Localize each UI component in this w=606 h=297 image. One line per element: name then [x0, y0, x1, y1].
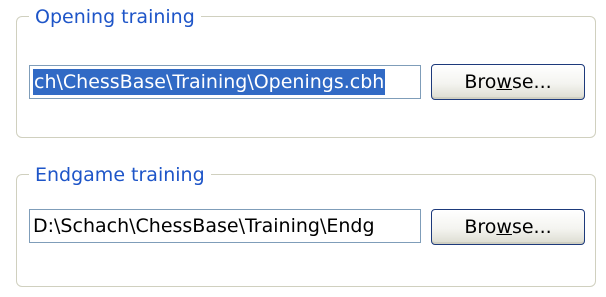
endgame-training-browse-button[interactable]: Browse... — [431, 209, 585, 245]
browse-label-accelerator: w — [496, 216, 512, 238]
endgame-training-legend: Endgame training — [29, 164, 211, 186]
opening-training-legend: Opening training — [29, 6, 201, 28]
browse-label-end: se... — [511, 71, 552, 93]
endgame-training-path-text: D:\Schach\ChessBase\Training\Endg — [33, 215, 375, 237]
endgame-training-path-field[interactable]: D:\Schach\ChessBase\Training\Endg — [29, 209, 421, 243]
opening-training-group: Opening training ch\ChessBase\Training\O… — [16, 6, 596, 138]
browse-label-start: Bro — [464, 71, 497, 93]
browse-label-start: Bro — [464, 216, 497, 238]
opening-training-path-field[interactable]: ch\ChessBase\Training\Openings.cbh — [29, 65, 421, 99]
browse-label-accelerator: w — [496, 71, 512, 93]
endgame-training-group: Endgame training D:\Schach\ChessBase\Tra… — [16, 164, 596, 287]
opening-training-browse-button[interactable]: Browse... — [431, 64, 585, 100]
opening-training-path-selected-text: ch\ChessBase\Training\Openings.cbh — [33, 69, 386, 95]
browse-label-end: se... — [511, 216, 552, 238]
